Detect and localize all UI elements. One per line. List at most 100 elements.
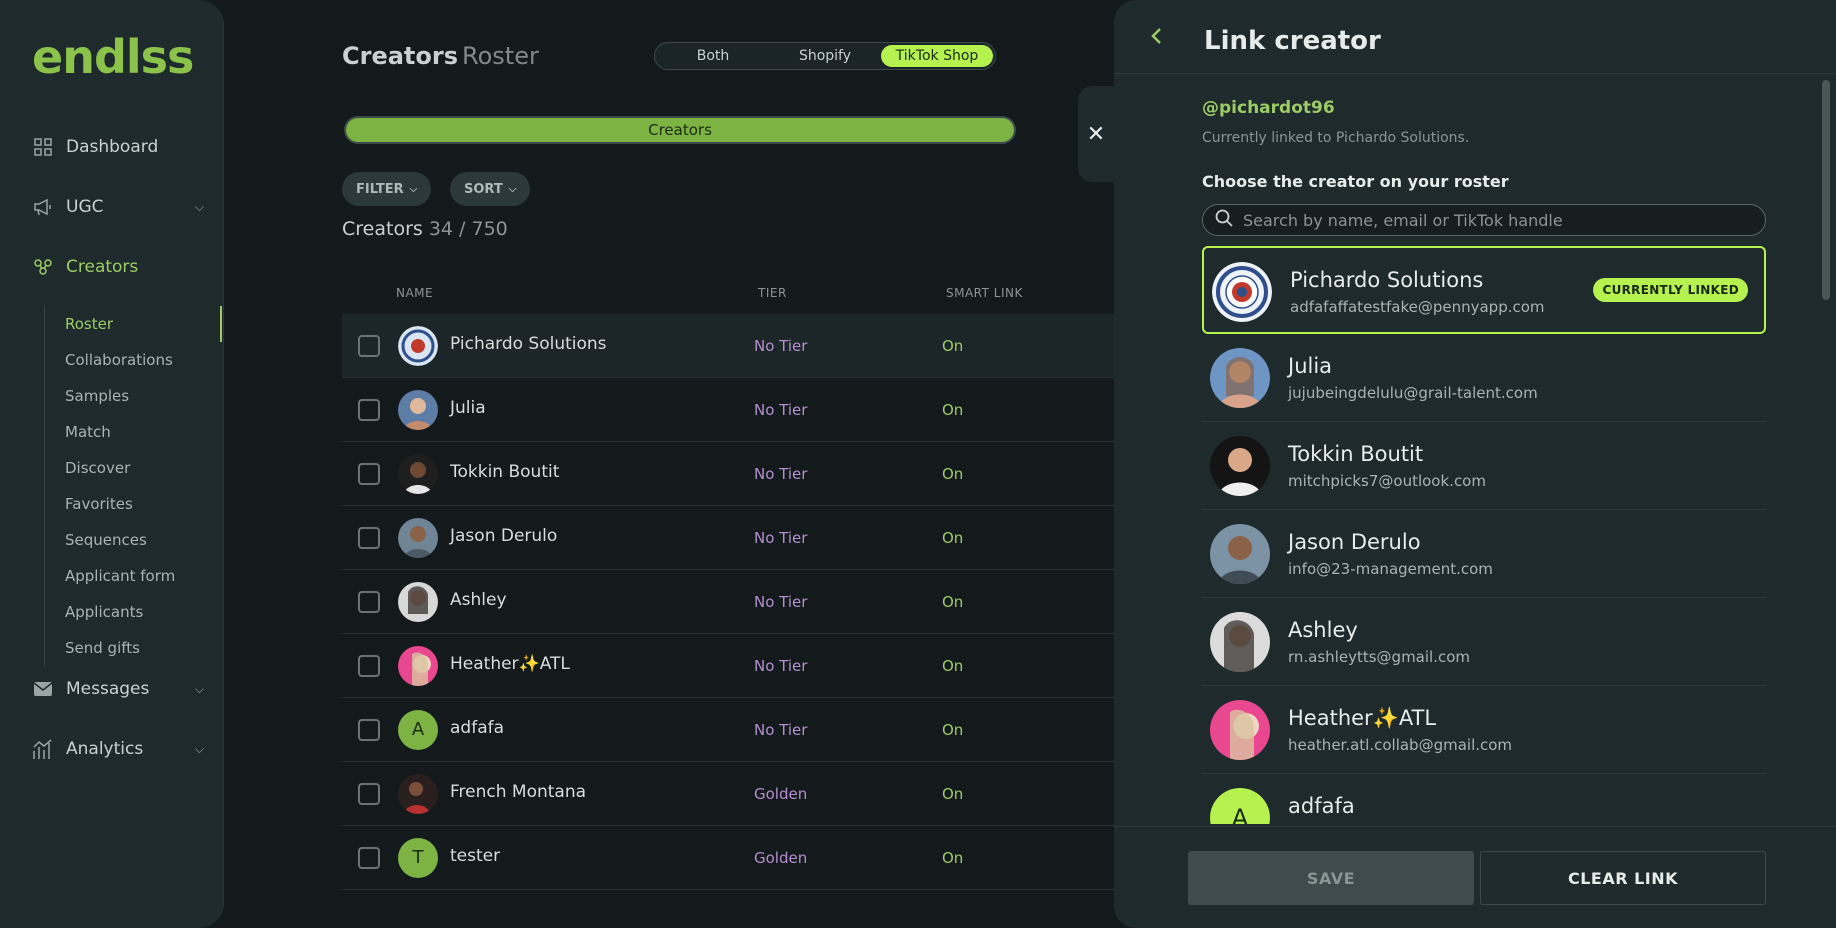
avatar: A — [398, 710, 438, 750]
save-button[interactable]: SAVE — [1188, 851, 1474, 905]
sort-button[interactable]: SORT ⌵ — [450, 172, 531, 206]
subnav-match[interactable]: Match — [45, 414, 224, 450]
subnav-samples[interactable]: Samples — [45, 378, 224, 414]
sidebar-item-label: Creators — [66, 257, 139, 277]
sidebar-item-ugc[interactable]: UGC ⌵ — [32, 196, 204, 218]
table-row[interactable]: A adfafa No Tier On — [342, 698, 1224, 762]
row-name: Tokkin Boutit — [450, 462, 560, 482]
filter-label: FILTER — [356, 181, 404, 197]
column-header-smart-link[interactable]: SMART LINK — [946, 286, 1023, 300]
chart-icon — [32, 738, 54, 760]
avatar — [398, 454, 438, 494]
segment-shopify[interactable]: Shopify — [769, 45, 881, 67]
creator-name: adfafa — [1288, 794, 1355, 818]
row-smart-link: On — [942, 721, 964, 739]
subnav-roster[interactable]: Roster — [45, 306, 224, 342]
link-creator-drawer: Link creator @pichardot96 Currently link… — [1114, 0, 1836, 928]
row-tier: No Tier — [754, 401, 808, 419]
table-row[interactable]: Ashley No Tier On — [342, 570, 1224, 634]
drawer-title: Link creator — [1204, 26, 1381, 56]
search-input[interactable] — [1243, 210, 1743, 230]
table-row[interactable]: Tokkin Boutit No Tier On — [342, 442, 1224, 506]
drawer-footer: SAVE CLEAR LINK — [1114, 826, 1836, 928]
row-tier: Golden — [754, 849, 808, 867]
avatar — [1210, 700, 1270, 760]
close-icon: ✕ — [1086, 121, 1106, 147]
column-header-tier[interactable]: TIER — [758, 286, 787, 300]
row-smart-link: On — [942, 593, 964, 611]
row-checkbox[interactable] — [358, 719, 380, 741]
row-smart-link: On — [942, 529, 964, 547]
row-tier: No Tier — [754, 465, 808, 483]
subnav-send-gifts[interactable]: Send gifts — [45, 630, 224, 666]
segment-tiktok-shop[interactable]: TikTok Shop — [881, 45, 993, 67]
row-checkbox[interactable] — [358, 591, 380, 613]
table-row[interactable]: French Montana Golden On — [342, 762, 1224, 826]
row-checkbox[interactable] — [358, 783, 380, 805]
creator-option[interactable]: Heather✨ATL heather.atl.collab@gmail.com — [1202, 686, 1766, 774]
row-checkbox[interactable] — [358, 399, 380, 421]
row-name: Jason Derulo — [450, 526, 558, 546]
subnav-applicants[interactable]: Applicants — [45, 594, 224, 630]
row-checkbox[interactable] — [358, 847, 380, 869]
avatar — [398, 774, 438, 814]
page-subtitle: Roster — [462, 42, 539, 70]
creator-email: info@23-management.com — [1288, 560, 1493, 578]
currently-linked-badge: CURRENTLY LINKED — [1593, 278, 1748, 302]
creator-option[interactable]: A adfafa — [1202, 774, 1766, 824]
count-value: 34 / 750 — [428, 218, 508, 240]
row-tier: No Tier — [754, 593, 808, 611]
creator-option[interactable]: Jason Derulo info@23-management.com — [1202, 510, 1766, 598]
row-checkbox[interactable] — [358, 335, 380, 357]
row-checkbox[interactable] — [358, 655, 380, 677]
creator-option[interactable]: Ashley rn.ashleytts@gmail.com — [1202, 598, 1766, 686]
row-smart-link: On — [942, 785, 964, 803]
back-button[interactable] — [1150, 26, 1164, 52]
row-checkbox[interactable] — [358, 463, 380, 485]
column-header-name[interactable]: NAME — [396, 286, 433, 300]
table-row[interactable]: Jason Derulo No Tier On — [342, 506, 1224, 570]
subnav-applicant-form[interactable]: Applicant form — [45, 558, 224, 594]
sidebar-item-label: UGC — [66, 197, 104, 217]
subnav-collaborations[interactable]: Collaborations — [45, 342, 224, 378]
sidebar-item-messages[interactable]: Messages ⌵ — [32, 678, 204, 700]
filter-button[interactable]: FILTER ⌵ — [342, 172, 432, 206]
subnav-favorites[interactable]: Favorites — [45, 486, 224, 522]
creator-option[interactable]: Julia jujubeingdelulu@grail-talent.com — [1202, 334, 1766, 422]
chevron-down-icon[interactable]: ⌵ — [195, 200, 204, 215]
chevron-down-icon[interactable]: ⌵ — [195, 742, 204, 757]
row-tier: No Tier — [754, 721, 808, 739]
sidebar-item-creators[interactable]: Creators — [32, 256, 204, 278]
mail-icon — [32, 678, 54, 700]
row-smart-link: On — [942, 401, 964, 419]
clear-link-button[interactable]: CLEAR LINK — [1480, 851, 1766, 905]
row-checkbox[interactable] — [358, 527, 380, 549]
subnav-discover[interactable]: Discover — [45, 450, 224, 486]
chevron-down-icon[interactable]: ⌵ — [195, 682, 204, 697]
creators-tab-bar[interactable]: Creators — [344, 116, 1016, 144]
creator-option[interactable]: Tokkin Boutit mitchpicks7@outlook.com — [1202, 422, 1766, 510]
creator-email: rn.ashleytts@gmail.com — [1288, 648, 1471, 666]
close-drawer-button[interactable]: ✕ — [1078, 86, 1114, 182]
sort-label: SORT — [464, 181, 503, 197]
table-row[interactable]: Heather✨ATL No Tier On — [342, 634, 1224, 698]
table-row[interactable]: Julia No Tier On — [342, 378, 1224, 442]
sidebar-item-dashboard[interactable]: Dashboard — [32, 136, 204, 158]
table-row[interactable]: T tester Golden On — [342, 826, 1224, 890]
table-row[interactable]: Pichardo Solutions No Tier On — [342, 314, 1224, 378]
creator-name: Pichardo Solutions — [1290, 268, 1484, 292]
segment-both[interactable]: Both — [657, 45, 769, 67]
subnav-sequences[interactable]: Sequences — [45, 522, 224, 558]
brand-logo[interactable]: endlss — [32, 30, 194, 84]
chevron-down-icon: ⌵ — [508, 183, 517, 195]
avatar — [398, 326, 438, 366]
sidebar-item-label: Analytics — [66, 739, 144, 759]
channel-segmented-control: Both Shopify TikTok Shop — [654, 42, 996, 70]
row-smart-link: On — [942, 465, 964, 483]
row-tier: No Tier — [754, 529, 808, 547]
creator-option-selected[interactable]: Pichardo Solutions adfafaffatestfake@pen… — [1202, 246, 1766, 334]
choose-label: Choose the creator on your roster — [1202, 172, 1509, 191]
sidebar-item-analytics[interactable]: Analytics ⌵ — [32, 738, 204, 760]
row-tier: No Tier — [754, 657, 808, 675]
drawer-scrollbar[interactable] — [1822, 80, 1830, 300]
